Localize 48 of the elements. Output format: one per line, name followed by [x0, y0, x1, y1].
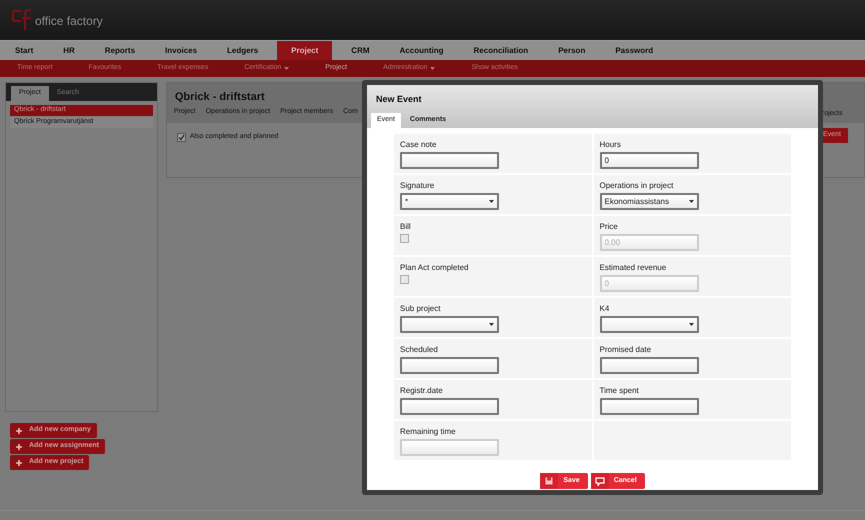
field-label: Operations in project: [600, 181, 674, 190]
input-field[interactable]: [600, 398, 698, 415]
checkbox[interactable]: [400, 234, 409, 243]
dropdown[interactable]: [600, 316, 698, 333]
input-field[interactable]: [600, 357, 698, 374]
field-label: Time spent: [600, 386, 640, 395]
checkbox[interactable]: [400, 275, 409, 284]
caret-icon: [489, 200, 494, 203]
input-field[interactable]: [400, 357, 499, 374]
field-label: Promised date: [600, 345, 652, 354]
caret-icon: [688, 323, 694, 326]
dialog-title: New Event: [375, 93, 423, 106]
nav-tab[interactable]: Accounting: [388, 41, 455, 60]
field-label: Sub project: [400, 304, 442, 313]
input-field[interactable]: [400, 398, 499, 415]
nav-tab[interactable]: Invoices: [154, 41, 208, 60]
nav-tab[interactable]: HR: [52, 41, 86, 60]
nav-tab[interactable]: Reports: [94, 41, 146, 60]
nav-tab[interactable]: Person: [547, 41, 596, 60]
field-label: K4: [600, 304, 610, 313]
dropdown[interactable]: *: [400, 193, 499, 210]
field-label: Scheduled: [400, 345, 439, 354]
input-field[interactable]: 0: [600, 152, 698, 169]
checkbox[interactable]: [176, 132, 186, 142]
field-label: Case note: [400, 140, 438, 149]
nav-tab[interactable]: Start: [4, 41, 44, 60]
field-label: Bill: [400, 222, 412, 231]
field-label: Estimated revenue: [600, 263, 668, 272]
dropdown[interactable]: [400, 316, 499, 333]
logo-icon: [12, 8, 34, 32]
input-field[interactable]: [400, 152, 499, 169]
field-label: Price: [600, 222, 619, 231]
dropdown[interactable]: Ekonomiassistans: [600, 193, 698, 210]
field-label: Hours: [600, 140, 622, 149]
nav-tab[interactable]: Ledgers: [216, 41, 270, 60]
save-icon: [540, 473, 558, 489]
caret-icon: [688, 200, 694, 203]
nav-tab[interactable]: Password: [604, 41, 664, 60]
logo-text: office factory: [35, 13, 103, 30]
field-label: Plan Act completed: [400, 263, 470, 272]
caret-icon: [489, 323, 494, 326]
field-label: Signature: [400, 181, 436, 190]
field-label: Remaining time: [400, 427, 457, 436]
nav-tab[interactable]: Reconciliation: [462, 41, 540, 60]
project-title: Qbrick - driftstart: [174, 90, 265, 105]
field-label: Registr.date: [400, 386, 444, 395]
nav-tab[interactable]: Project: [277, 41, 332, 60]
nav-tab[interactable]: CRM: [340, 41, 381, 60]
